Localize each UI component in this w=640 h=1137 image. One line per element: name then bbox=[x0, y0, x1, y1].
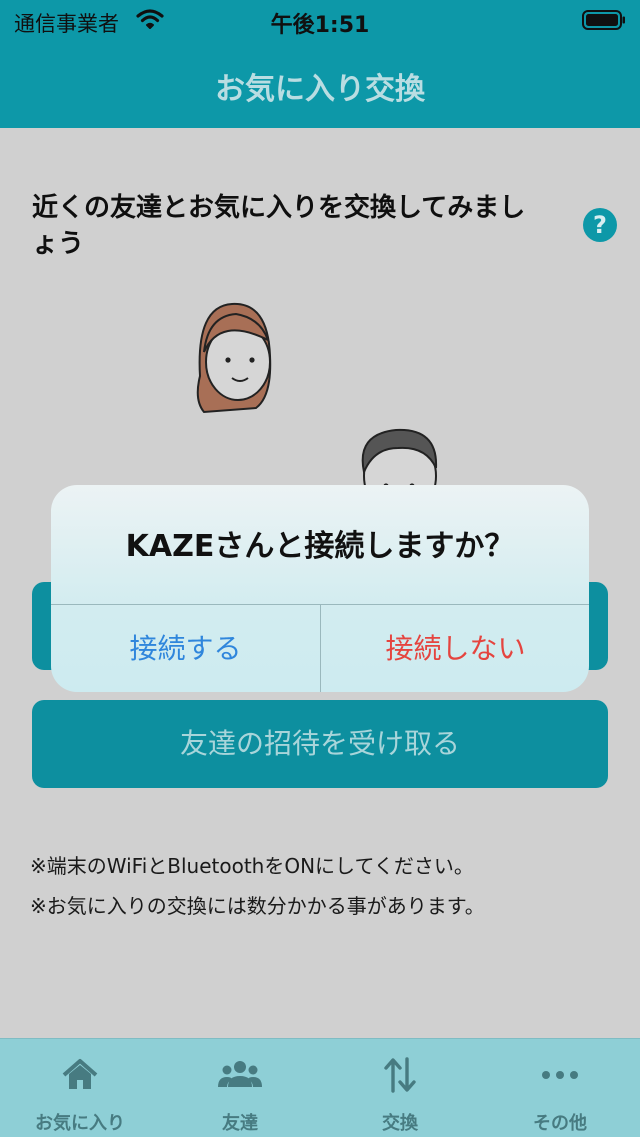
home-icon bbox=[58, 1055, 102, 1095]
help-icon[interactable]: ? bbox=[583, 208, 617, 242]
exchange-icon bbox=[378, 1055, 422, 1095]
tab-favorites[interactable]: お気に入り bbox=[0, 1039, 160, 1137]
tab-label: お気に入り bbox=[35, 1113, 125, 1134]
people-icon bbox=[218, 1055, 262, 1095]
tab-label: その他 bbox=[533, 1113, 587, 1134]
connect-button[interactable]: 接続する bbox=[51, 605, 320, 692]
dialog-message: KAZEさんと接続しますか？ bbox=[125, 529, 515, 564]
tab-bar: お気に入り 友達 交換 その他 bbox=[0, 1038, 640, 1137]
page-title: お気に入り交換 bbox=[215, 72, 425, 107]
receive-invite-button[interactable]: 友達の招待を受け取る bbox=[32, 700, 608, 788]
navigation-bar: お気に入り交換 bbox=[0, 40, 640, 128]
battery-icon bbox=[582, 10, 626, 30]
dont-connect-button[interactable]: 接続しない bbox=[321, 605, 589, 692]
notes: ※端末のWiFiとBluetoothをONにしてください。 ※お気に入りの交換に… bbox=[30, 846, 620, 926]
note-wifi-bluetooth: ※端末のWiFiとBluetoothをONにしてください。 bbox=[30, 854, 474, 878]
tab-more[interactable]: その他 bbox=[480, 1039, 640, 1137]
tab-friends[interactable]: 友達 bbox=[160, 1039, 320, 1137]
tab-exchange[interactable]: 交換 bbox=[320, 1039, 480, 1137]
tab-label: 友達 bbox=[222, 1113, 258, 1134]
status-bar: 通信事業者 午後1:51 bbox=[0, 0, 640, 40]
connect-dialog: KAZEさんと接続しますか？ 接続する 接続しない bbox=[51, 485, 589, 692]
more-icon bbox=[538, 1055, 582, 1095]
note-exchange-time: ※お気に入りの交換には数分かかる事があります。 bbox=[30, 894, 485, 918]
tab-label: 交換 bbox=[382, 1113, 418, 1134]
clock: 午後1:51 bbox=[270, 13, 370, 38]
intro-text: 近くの友達とお気に入りを交換してみましょう bbox=[32, 193, 526, 259]
